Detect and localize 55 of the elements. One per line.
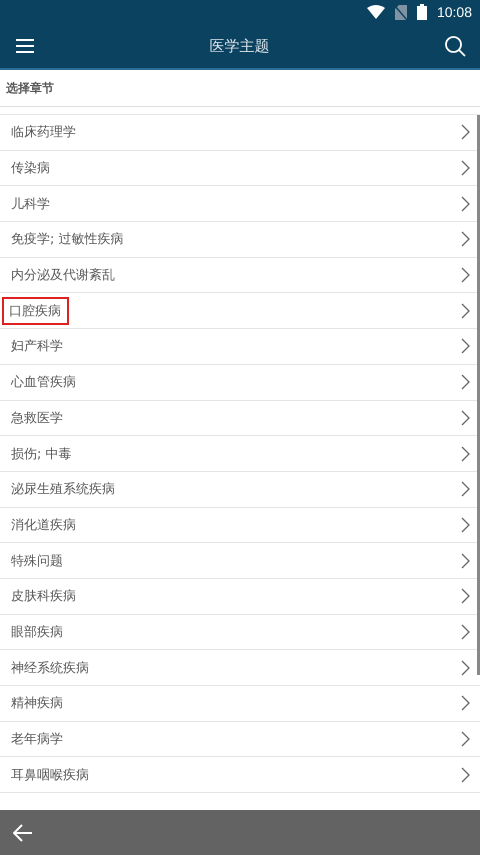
chevron-right-icon [461, 766, 470, 783]
chevron-right-icon [461, 660, 470, 676]
chapter-label: 老年病学 [10, 731, 64, 750]
chevron-right-icon [461, 302, 470, 319]
chapter-label: 特殊问题 [10, 552, 64, 571]
wifi-icon [366, 5, 385, 19]
chapter-label: 传染病 [10, 160, 51, 178]
chevron-right-icon [461, 124, 470, 140]
chapter-label: 心血管疾病 [10, 374, 77, 392]
status-time: 10:08 [436, 4, 472, 20]
chevron-right-icon [461, 231, 470, 248]
chevron-right-icon [461, 410, 470, 426]
search-button[interactable] [445, 36, 466, 56]
section-header: 选择章节 [0, 70, 480, 107]
chapter-item[interactable]: 老年病学 [0, 722, 480, 758]
chevron-right-icon [461, 588, 470, 604]
app-title: 医学主题 [210, 36, 270, 56]
chevron-right-icon [461, 481, 470, 498]
chapter-label: 免疫学; 过敏性疾病 [10, 231, 125, 250]
chapter-label: 内分泌及代谢紊乱 [10, 267, 116, 286]
chevron-right-icon [461, 160, 470, 176]
chapter-label: 神经系统疾病 [10, 660, 90, 678]
chapter-label: 损伤; 中毒 [10, 446, 73, 464]
battery-icon [416, 4, 427, 20]
chevron-right-icon [461, 446, 470, 462]
chapter-label: 临床药理学 [10, 124, 77, 142]
chapter-item[interactable]: 眼部疾病 [0, 614, 480, 650]
menu-icon [16, 39, 34, 53]
chevron-right-icon [461, 516, 470, 533]
search-icon [445, 36, 466, 56]
menu-button[interactable] [16, 39, 34, 53]
chapter-label: 儿科学 [10, 196, 51, 214]
chevron-right-icon [461, 338, 470, 354]
chapter-label: 急救医学 [10, 410, 64, 428]
chapter-label: 妇产科学 [10, 338, 64, 356]
chapter-label: 消化道疾病 [10, 516, 77, 535]
back-arrow-icon [13, 824, 33, 842]
chapter-item[interactable]: 急救医学 [0, 400, 480, 436]
chevron-right-icon [461, 731, 470, 748]
chapter-item[interactable]: 消化道疾病 [0, 508, 480, 544]
chapter-label: 眼部疾病 [10, 624, 64, 642]
chapter-item[interactable]: 传染病 [0, 150, 480, 186]
chevron-right-icon [461, 695, 470, 712]
chapter-label: 泌尿生殖系统疾病 [10, 481, 116, 500]
chapter-label: 耳鼻咽喉疾病 [10, 766, 90, 785]
chevron-right-icon [461, 552, 470, 569]
chapter-label: 皮肤科疾病 [10, 588, 77, 606]
chapter-label: 口腔疾病 [4, 298, 67, 323]
no-sim-icon [394, 4, 407, 20]
chapter-label: 精神疾病 [10, 695, 64, 714]
chevron-right-icon [461, 196, 470, 212]
scrollbar[interactable] [477, 115, 480, 675]
chevron-right-icon [461, 624, 470, 640]
chevron-right-icon [461, 374, 470, 390]
chevron-right-icon [461, 267, 470, 284]
